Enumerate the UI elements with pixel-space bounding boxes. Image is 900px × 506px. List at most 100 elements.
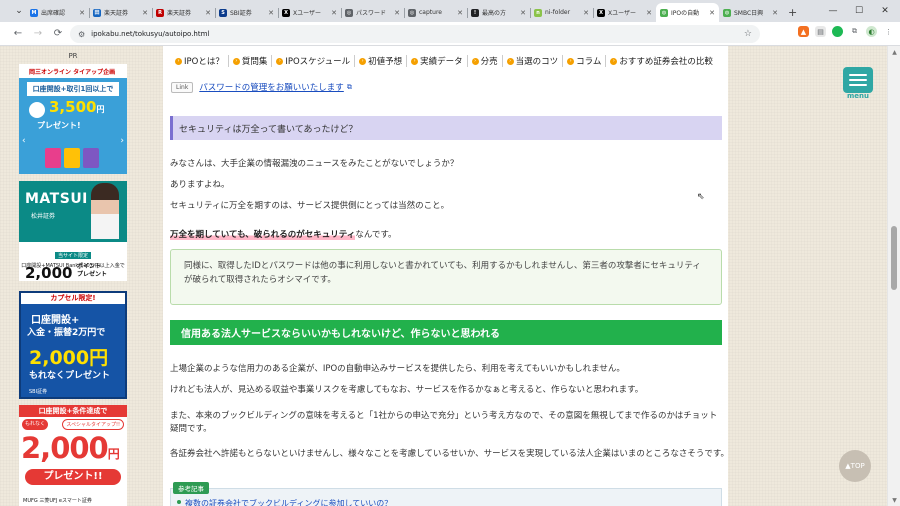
matsui-ad-banner[interactable]: MATSUI 松井証券 (19, 181, 127, 239)
browser-menu-icon[interactable]: ⋮ (883, 26, 894, 37)
browser-tab[interactable]: ◍ SMBC日興 ✕ (719, 3, 782, 22)
tab-title: 楽天証券 (167, 10, 192, 17)
ad4-line3: もれなくプレゼント (29, 371, 111, 381)
ad3-badge: 当サイト限定 (55, 252, 92, 259)
browser-tab[interactable]: n ni-folder ✕ (530, 3, 593, 22)
browser-tab[interactable]: ◎ パスワード ✕ (341, 3, 404, 22)
nav-item-label: IPOとは？ (184, 57, 224, 67)
scroll-thumb[interactable] (891, 226, 897, 290)
ad4-amount: 2,000円 (29, 347, 109, 369)
extensions-puzzle-icon[interactable]: ⧉ (849, 26, 860, 37)
nav-item[interactable]: › 質問集 (229, 55, 273, 67)
reference-link[interactable]: 複数の証券会社でブックビルディングに参加していいの？ (185, 498, 392, 506)
tab-close-icon[interactable]: ✕ (142, 9, 148, 17)
back-button[interactable]: ← (8, 24, 28, 44)
browser-tab[interactable]: R 楽天証券 ✕ (152, 3, 215, 22)
ad-column: PR 岡三オンライン タイアップ企画 口座開設+取引1回以上で 3,500円 プ… (19, 50, 127, 506)
tab-title: 最高の方 (482, 10, 507, 17)
tab-close-icon[interactable]: ✕ (205, 9, 211, 17)
tab-search-icon[interactable]: ⌄ (6, 0, 32, 22)
browser-tab[interactable]: ◍ IPOの自動 ✕ (656, 3, 719, 22)
ad4-line1: 口座開設+ (31, 315, 80, 326)
nav-item[interactable]: › 分売 (468, 55, 503, 67)
page-scrollbar[interactable]: ▲ ▼ (887, 46, 900, 506)
okasan-ad-banner[interactable]: 岡三オンライン タイアップ企画 口座開設+取引1回以上で 3,500円 プレゼン… (19, 64, 127, 174)
mufg-ad-banner[interactable]: 口座開設+条件達成で もれなく スペシャルタイアップ!! 2,000円 プレゼン… (19, 405, 127, 506)
nav-item[interactable]: › IPOとは？ (171, 55, 229, 67)
scroll-up-arrow-icon[interactable]: ▲ (888, 46, 900, 58)
browser-tab[interactable]: X Xユーザー ✕ (278, 3, 341, 22)
bullet-icon (177, 500, 181, 504)
tab-close-icon[interactable]: ✕ (457, 9, 463, 17)
tab-favicon-icon: n (534, 8, 542, 17)
ad5-amount: 2,000円 (21, 431, 120, 465)
extension-green-icon[interactable] (832, 26, 843, 37)
tab-title: capture (419, 9, 442, 16)
browser-tab[interactable]: 田楽天証券 ✕ (89, 3, 152, 22)
browser-tab[interactable]: S SBI証券 ✕ (215, 3, 278, 22)
ad3-amount: 2,000 (25, 264, 73, 281)
nav-bullet-icon: › (610, 57, 618, 65)
new-tab-button[interactable]: + (782, 3, 803, 22)
back-to-top-button[interactable]: ▲TOP (839, 450, 871, 482)
browser-tab[interactable]: M 出席確認 ✕ (26, 3, 89, 22)
forward-button[interactable]: → (28, 24, 48, 44)
menu-bar (849, 74, 867, 76)
tab-title: SMBC日興 (734, 10, 764, 17)
ad5-top: 口座開設+条件達成で (19, 405, 127, 417)
nav-bullet-icon: › (276, 57, 284, 65)
ad4-tag: カプセル限定! (21, 293, 125, 304)
tab-close-icon[interactable]: ✕ (331, 9, 337, 17)
address-bar[interactable]: ⚙ ipokabu.net/tokusyu/autoipo.html ☆ (70, 25, 760, 43)
nav-item[interactable]: › 実績データ (407, 55, 468, 67)
nav-item[interactable]: › 当選のコツ (503, 55, 564, 67)
scroll-down-arrow-icon[interactable]: ▼ (888, 494, 900, 506)
close-window-button[interactable]: ✕ (872, 0, 898, 22)
article-main: › IPOとは？ › 質問集 › IPOスケジュール › 初値予想 › 実績データ › 分売 › 当選のコ… (163, 46, 729, 506)
tab-close-icon[interactable]: ✕ (394, 9, 400, 17)
password-management-link[interactable]: パスワードの管理をお願いいたします (199, 81, 344, 93)
matsui-point-ad[interactable]: 当サイト限定 口座開設+MATSUI Bankへ10万円以上入金で 2,000 … (19, 239, 127, 281)
profile-avatar[interactable]: ◐ (866, 26, 877, 37)
nav-item[interactable]: › コラム (563, 55, 607, 67)
tab-list: M 出席確認 ✕ 田楽天証券 ✕ R 楽天証券 ✕ S SBI証券 ✕ X Xユーザー ✕ ◎ パスワード ✕ ◎… (0, 0, 782, 22)
nav-item[interactable]: › おすすめ証券会社の比較 (606, 55, 717, 67)
tab-close-icon[interactable]: ✕ (772, 9, 778, 17)
tab-close-icon[interactable]: ✕ (520, 9, 526, 17)
nav-bullet-icon: › (471, 57, 479, 65)
reload-button[interactable]: ⟳ (48, 24, 68, 44)
hamburger-menu-button[interactable] (843, 67, 873, 93)
ad4-line2: 入金・振替2万円で (27, 328, 106, 338)
site-info-icon[interactable]: ⚙ (78, 30, 85, 39)
browser-tab[interactable]: ! 最高の方 ✕ (467, 3, 530, 22)
nav-bullet-icon: › (175, 57, 182, 65)
ad1-prev-arrow-icon[interactable]: ‹ (22, 136, 26, 146)
tab-close-icon[interactable]: ✕ (646, 9, 652, 17)
extension-orange-icon[interactable]: ▲ (798, 26, 809, 37)
external-link-icon: ⧉ (346, 82, 352, 91)
browser-tab[interactable]: ◎ capture ✕ (404, 3, 467, 22)
tab-title: ni-folder (545, 9, 571, 16)
nav-item-label: 実績データ (420, 57, 463, 67)
bookmark-star-icon[interactable]: ☆ (744, 29, 752, 39)
ad-model-image (91, 183, 119, 239)
paragraph: また、本来のブックビルディングの意味を考えると「1社からの申込で充分」という考え… (170, 411, 718, 434)
tab-close-icon[interactable]: ✕ (583, 9, 589, 17)
nav-item[interactable]: › 初値予想 (355, 55, 408, 67)
tab-favicon-icon: ◎ (345, 8, 353, 17)
menu-label[interactable]: menu (843, 92, 873, 100)
tab-favicon-icon: ◍ (660, 8, 668, 17)
tab-close-icon[interactable]: ✕ (268, 9, 274, 17)
extension-card-icon[interactable]: ▤ (815, 26, 826, 37)
nav-item[interactable]: › IPOスケジュール (272, 55, 356, 67)
sbi-ad-banner[interactable]: カプセル限定! 口座開設+ 入金・振替2万円で 2,000円 もれなくプレゼント… (19, 291, 127, 399)
ad1-next-arrow-icon[interactable]: › (120, 136, 124, 146)
maximize-button[interactable]: ☐ (846, 0, 872, 22)
browser-tab[interactable]: X Xユーザー ✕ (593, 3, 656, 22)
nav-bullet-icon: › (232, 57, 240, 65)
minimize-button[interactable]: — (820, 0, 846, 22)
nav-item-label: 質問集 (241, 57, 268, 67)
matsui-sub: 松井証券 (31, 213, 56, 220)
tab-close-icon[interactable]: ✕ (709, 9, 715, 17)
tab-close-icon[interactable]: ✕ (79, 9, 85, 17)
